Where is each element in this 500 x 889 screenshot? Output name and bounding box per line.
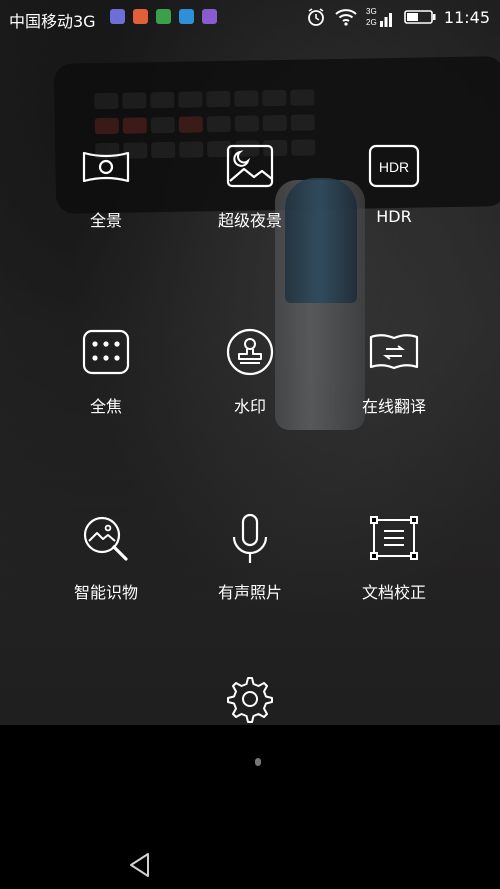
hdr-icon: HDR [368, 144, 420, 188]
carrier-name: 中国移动3G [9, 12, 96, 31]
panorama-icon [82, 151, 130, 183]
notification-icons [110, 9, 217, 24]
night-scene-icon [226, 144, 274, 188]
mode-label: 文档校正 [361, 583, 426, 602]
signal-icon: 3G 2G [366, 7, 392, 27]
translate-book-icon [369, 334, 419, 370]
alarm-icon [307, 8, 324, 26]
mode-label: 有声照片 [217, 583, 282, 602]
network-label-2g: 2G [366, 18, 377, 27]
network-label-3g: 3G [366, 7, 377, 16]
status-bar: 中国移动3G 3G 2G 11:45 [0, 0, 500, 34]
mode-super-night[interactable]: 超级夜景 [180, 139, 320, 231]
mode-label: HDR [376, 207, 412, 226]
mode-document-correction[interactable]: 文档校正 [324, 511, 464, 603]
battery-icon [404, 10, 436, 24]
notification-app-icon [110, 9, 125, 24]
microphone-icon [232, 513, 268, 563]
mode-label: 水印 [233, 397, 266, 416]
status-time: 11:45 [443, 7, 490, 27]
wifi-icon [335, 9, 357, 26]
watermark-stamp-icon [226, 328, 274, 376]
mode-online-translate[interactable]: 在线翻译 [324, 325, 464, 417]
notification-app-icon [156, 9, 171, 24]
gear-icon[interactable] [225, 674, 275, 724]
document-correction-icon [370, 516, 418, 560]
status-right: 3G 2G 11:45 [306, 6, 490, 28]
mode-label: 全景 [89, 211, 122, 230]
notification-app-icon [133, 9, 148, 24]
bottom-control-area [0, 725, 500, 889]
notification-app-icon [202, 9, 217, 24]
mode-sound-photo[interactable]: 有声照片 [180, 511, 320, 603]
mode-smart-recognition[interactable]: 智能识物 [36, 511, 176, 603]
notification-app-icon [179, 9, 194, 24]
back-triangle-icon[interactable] [126, 851, 154, 879]
mode-panorama[interactable]: 全景 [36, 139, 176, 231]
mode-label: 在线翻译 [361, 397, 426, 416]
mode-label: 超级夜景 [217, 211, 282, 230]
mode-label: 全焦 [89, 397, 122, 416]
object-recognition-icon [83, 516, 128, 561]
mode-hdr[interactable]: HDR HDR [324, 139, 464, 226]
mode-watermark[interactable]: 水印 [180, 325, 320, 417]
page-indicator [255, 758, 261, 766]
mode-label: 智能识物 [73, 583, 138, 602]
hdr-icon-text: HDR [379, 159, 409, 175]
mode-all-focus[interactable]: 全焦 [36, 325, 176, 417]
all-focus-icon [82, 329, 130, 375]
